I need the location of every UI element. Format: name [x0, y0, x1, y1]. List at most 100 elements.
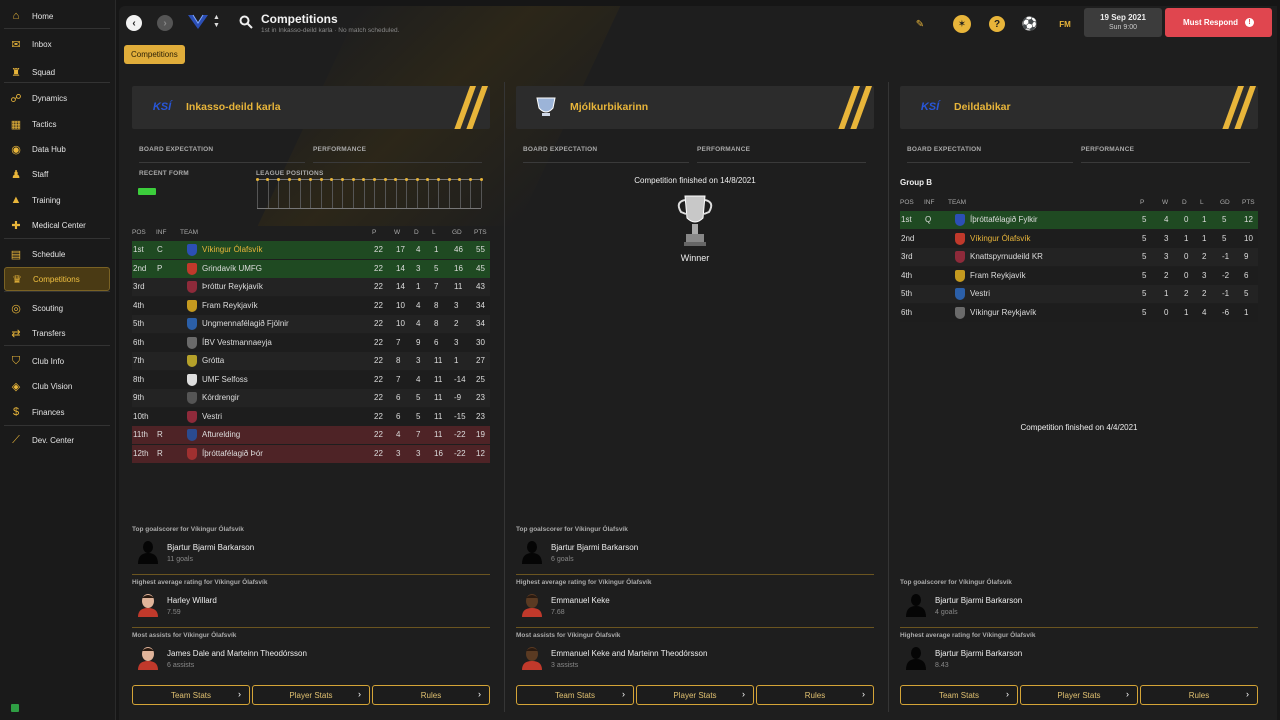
help-icon[interactable]: ?: [989, 16, 1005, 32]
cell-w: 14: [396, 263, 405, 273]
table-row[interactable]: 2nd P Grindavík UMFG 22 14 3 5 16 45: [132, 259, 490, 278]
team-stats-label: Team Stats: [554, 690, 595, 700]
search-icon[interactable]: [239, 15, 253, 29]
table-row[interactable]: 3rd Þróttur Reykjavík 22 14 1 7 11 43: [132, 278, 490, 296]
table-row[interactable]: 1st C Víkingur Ólafsvík 22 17 4 1 46 55: [132, 241, 490, 259]
col-header-inf: INF: [156, 229, 167, 236]
table-row[interactable]: 5th Ungmennafélagið Fjölnir 22 10 4 8 2 34: [132, 315, 490, 333]
competition-header[interactable]: KSÍ Deildabikar: [900, 86, 1258, 129]
sidebar-item-label: Home: [32, 11, 54, 21]
table-row[interactable]: 8th UMF Selfoss 22 7 4 11 -14 25: [132, 370, 490, 389]
player-stats-button[interactable]: Player Stats ›: [1020, 685, 1138, 705]
cell-l: 16: [434, 448, 443, 458]
cell-pos: 4th: [133, 300, 145, 310]
table-row[interactable]: 1st Q Íþróttafélagið Fylkir 5 4 0 1 5 12: [900, 211, 1258, 229]
table-row[interactable]: 2nd Víkingur Ólafsvík 5 3 1 1 5 10: [900, 229, 1258, 248]
sidebar-item-squad[interactable]: ♜ Squad: [4, 60, 110, 84]
player-stats-button[interactable]: Player Stats ›: [252, 685, 370, 705]
table-row[interactable]: 4th Fram Reykjavík 5 2 0 3 -2 6: [900, 266, 1258, 285]
league-positions-label: LEAGUE POSITIONS: [256, 170, 324, 177]
sidebar-item-dev-center[interactable]: ⟋ Dev. Center: [4, 428, 110, 452]
tactics-icon: ▦: [10, 118, 22, 131]
player-name[interactable]: Bjartur Bjarmi Barkarson: [935, 649, 1022, 658]
player-name[interactable]: Emmanuel Keke and Marteinn Theodórsson: [551, 649, 707, 658]
forward-button[interactable]: ›: [157, 15, 173, 31]
team-stats-button[interactable]: Team Stats ›: [516, 685, 634, 705]
sidebar-item-schedule[interactable]: ▤ Schedule: [4, 242, 110, 266]
graph-point: [319, 178, 323, 181]
player-name[interactable]: Bjartur Bjarmi Barkarson: [935, 596, 1022, 605]
status-icon[interactable]: [11, 704, 19, 712]
graph-point: [287, 178, 291, 181]
fm-menu-button[interactable]: FM: [1055, 16, 1075, 32]
sidebar-item-medical-center[interactable]: ✚ Medical Center: [4, 213, 110, 237]
rules-button[interactable]: Rules ›: [756, 685, 874, 705]
player-name[interactable]: Bjartur Bjarmi Barkarson: [167, 543, 254, 552]
sidebar-item-club-vision[interactable]: ◈ Club Vision: [4, 374, 110, 398]
scouting-icon: ◎: [11, 302, 21, 315]
graph-tick: [289, 180, 290, 208]
table-row[interactable]: 4th Fram Reykjavík 22 10 4 8 3 34: [132, 296, 490, 315]
cell-l: 8: [434, 300, 439, 310]
player-name[interactable]: Harley Willard: [167, 596, 217, 605]
football-icon[interactable]: ⚽: [1022, 16, 1038, 32]
table-row[interactable]: 9th Kórdrengir 22 6 5 11 -9 23: [132, 389, 490, 407]
graph-tick: [267, 180, 269, 208]
sidebar-item-tactics[interactable]: ▦ Tactics: [4, 112, 110, 136]
stat-value: 7.59: [167, 609, 181, 616]
competition-header[interactable]: KSÍ Inkasso-deild karla: [132, 86, 490, 129]
finished-text: Competition finished on 14/8/2021: [634, 176, 756, 185]
competition-header[interactable]: Mjólkurbikarinn: [516, 86, 874, 129]
table-row[interactable]: 3rd Knattspyrnudeild KR 5 3 0 2 -1 9: [900, 248, 1258, 266]
table-row[interactable]: 6th ÍBV Vestmannaeyja 22 7 9 6 3 30: [132, 333, 490, 352]
divider: [132, 574, 490, 575]
cell-pts: 27: [476, 356, 485, 365]
date-continue-box[interactable]: 19 Sep 2021 Sun 9:00: [1084, 8, 1162, 37]
sidebar-item-club-info[interactable]: ⛉ Club Info: [4, 349, 110, 373]
board-expectation-label: BOARD EXPECTATION: [907, 146, 982, 153]
cell-d: 7: [416, 430, 421, 439]
col-header-d: D: [414, 229, 419, 236]
graph-tick: [310, 180, 312, 208]
sidebar-item-scouting[interactable]: ◎ Scouting: [4, 296, 110, 320]
player-name[interactable]: Bjartur Bjarmi Barkarson: [551, 543, 638, 552]
rules-button[interactable]: Rules ›: [372, 685, 490, 705]
cell-team: Íþróttafélagið Þór: [202, 448, 263, 458]
club-logo-icon[interactable]: [187, 13, 209, 31]
competitions-tag[interactable]: Competitions: [124, 45, 185, 64]
stat-value: 3 assists: [551, 662, 579, 669]
back-button[interactable]: ‹: [126, 15, 142, 31]
graph-point: [266, 178, 270, 181]
sidebar-item-dynamics[interactable]: ☍ Dynamics: [4, 86, 110, 110]
sidebar-item-finances[interactable]: $ Finances: [4, 400, 110, 424]
cell-pts: 34: [476, 319, 485, 328]
sidebar-item-data-hub[interactable]: ◉ Data Hub: [4, 137, 110, 161]
sidebar-item-inbox[interactable]: ✉ Inbox: [4, 32, 110, 56]
world-icon[interactable]: ✶: [953, 15, 971, 33]
table-row[interactable]: 7th Grótta 22 8 3 11 1 27: [132, 352, 490, 370]
table-row[interactable]: 11th R Afturelding 22 4 7 11 -22 19: [132, 426, 490, 444]
must-respond-button[interactable]: Must Respond!: [1165, 8, 1272, 37]
sidebar-item-transfers[interactable]: ⇄ Transfers: [4, 321, 110, 345]
sidebar-item-home[interactable]: ⌂ Home: [4, 4, 110, 28]
table-row[interactable]: 10th Vestri 22 6 5 11 -15 23: [132, 407, 490, 426]
player-name[interactable]: Emmanuel Keke: [551, 596, 610, 605]
cell-gd: 3: [454, 300, 459, 310]
player-name[interactable]: James Dale and Marteinn Theodórsson: [167, 649, 307, 658]
table-row[interactable]: 5th Vestri 5 1 2 2 -1 5: [900, 285, 1258, 303]
table-row[interactable]: 6th Víkingur Reykjavík 5 0 1 4 -6 1: [900, 303, 1258, 322]
cell-pts: 43: [476, 282, 485, 291]
table-row[interactable]: 12th R Íþróttafélagið Þór 22 3 3 16 -22 12: [132, 444, 490, 463]
team-stats-button[interactable]: Team Stats ›: [900, 685, 1018, 705]
sidebar-item-competitions[interactable]: ♛ Competitions: [4, 267, 110, 291]
player-stats-button[interactable]: Player Stats ›: [636, 685, 754, 705]
club-switch-chevron-icon[interactable]: ▲ ▼: [213, 14, 220, 30]
rules-button[interactable]: Rules ›: [1140, 685, 1258, 705]
graph-tick: [459, 180, 461, 208]
sidebar-item-label: Competitions: [33, 274, 80, 284]
sidebar-item-staff[interactable]: ♟ Staff: [4, 162, 110, 186]
edit-icon[interactable]: ✎: [912, 16, 928, 32]
sidebar-item-training[interactable]: ▲ Training: [4, 188, 110, 212]
team-stats-button[interactable]: Team Stats ›: [132, 685, 250, 705]
graph-point: [383, 178, 387, 181]
